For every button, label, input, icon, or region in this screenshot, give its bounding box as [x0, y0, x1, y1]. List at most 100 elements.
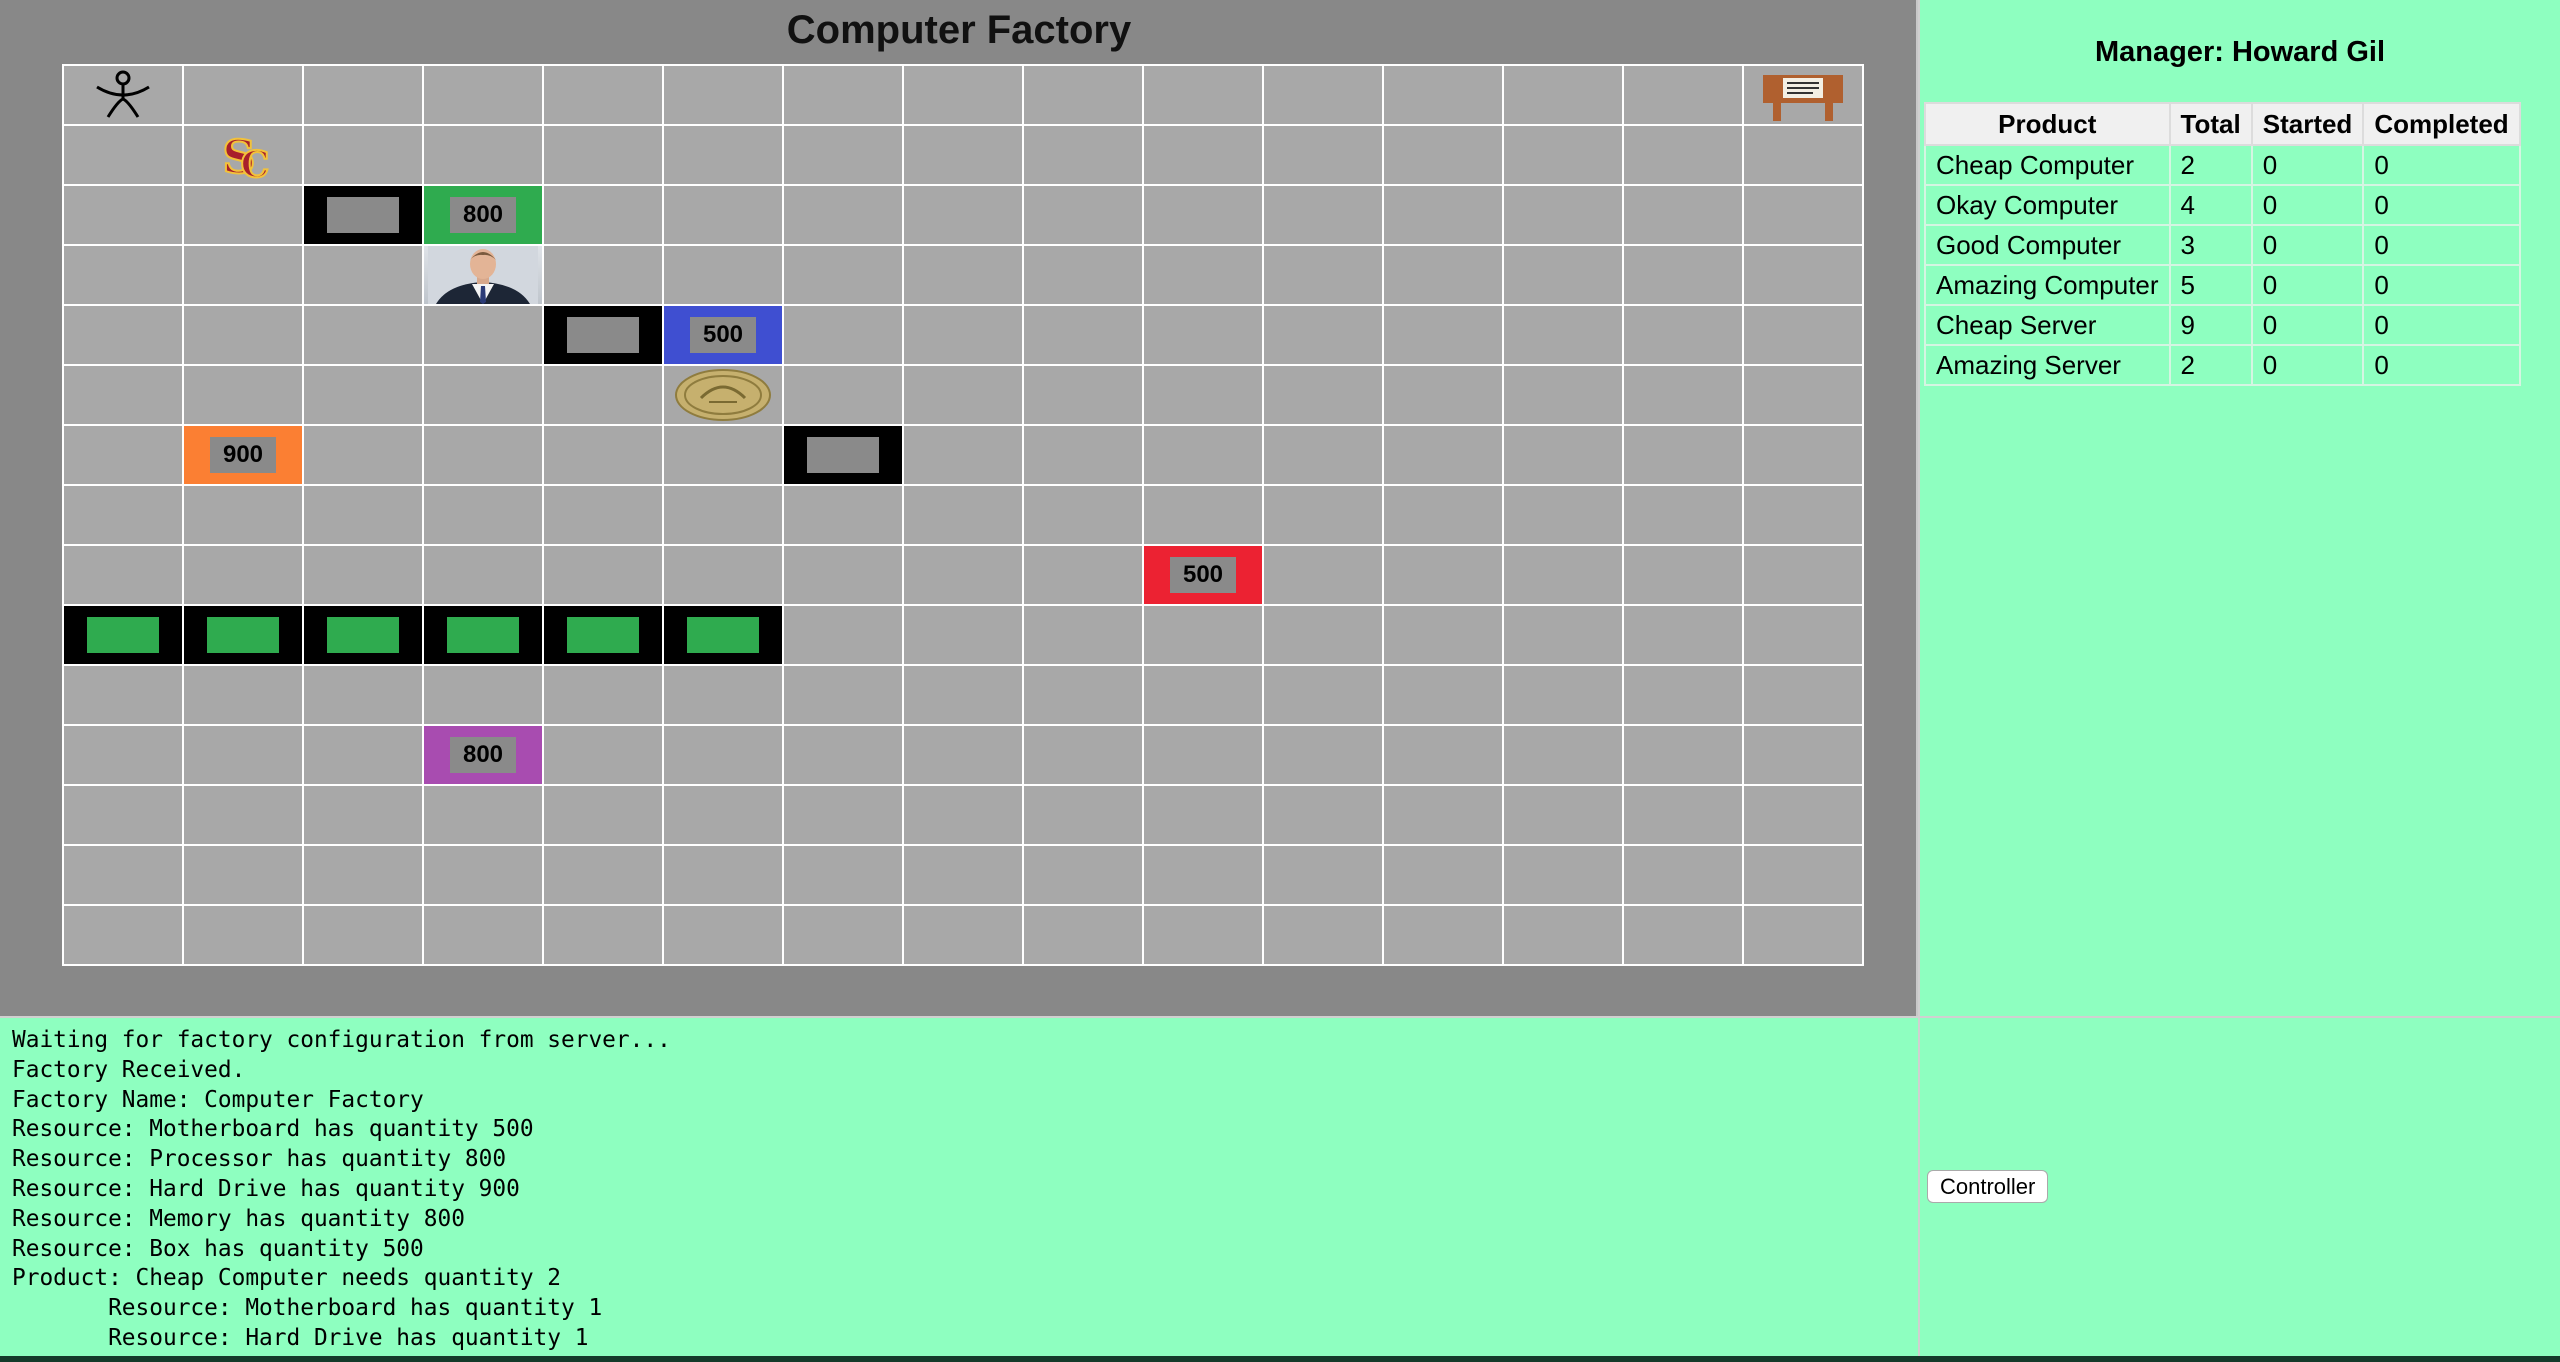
grid-cell — [304, 426, 424, 486]
grid-cell — [1144, 486, 1264, 546]
grid-cell — [1144, 666, 1264, 726]
workbench-cell — [544, 606, 664, 666]
started-cell: 0 — [2250, 264, 2365, 306]
desktop-background-strip — [0, 1356, 2560, 1362]
workbench-cell — [664, 606, 784, 666]
log-panel[interactable]: Waiting for factory configuration from s… — [0, 1016, 1918, 1356]
grid-cell — [1264, 606, 1384, 666]
table-row: Good Computer 3 0 0 — [1924, 224, 2521, 266]
log-line: Resource: Processor has quantity 800 — [12, 1146, 507, 1173]
grid-cell — [184, 366, 304, 426]
grid-cell — [1024, 246, 1144, 306]
grid-cell — [1384, 546, 1504, 606]
grid-cell-manager-photo — [424, 246, 544, 306]
resource-cell-red: 500 — [1144, 546, 1264, 606]
usc-logo-icon: SC — [184, 126, 302, 184]
grid-cell — [1504, 246, 1624, 306]
resource-quantity: 800 — [450, 197, 516, 233]
grid-cell — [904, 366, 1024, 426]
grid-cell — [64, 846, 184, 906]
grid-cell — [1744, 366, 1864, 426]
grid-cell — [1264, 186, 1384, 246]
grid-cell — [904, 186, 1024, 246]
grid-cell — [64, 546, 184, 606]
grid-cell — [1264, 906, 1384, 966]
grid-cell — [1144, 66, 1264, 126]
grid-cell — [1264, 426, 1384, 486]
completed-cell: 0 — [2362, 224, 2521, 266]
grid-cell — [304, 246, 424, 306]
grid-cell — [1504, 786, 1624, 846]
log-line: Product: Cheap Computer needs quantity 2 — [12, 1265, 561, 1292]
grid-cell — [1624, 786, 1744, 846]
grid-cell — [664, 546, 784, 606]
grid-cell — [904, 846, 1024, 906]
workbench-cell — [304, 186, 424, 246]
grid-cell — [664, 846, 784, 906]
started-cell: 0 — [2250, 304, 2365, 346]
grid-cell — [64, 786, 184, 846]
resource-quantity: 500 — [690, 317, 756, 353]
grid-cell — [1744, 786, 1864, 846]
column-header-product: Product — [1924, 102, 2171, 146]
grid-cell — [1144, 726, 1264, 786]
log-line: Resource: Hard Drive has quantity 1 — [12, 1324, 589, 1351]
log-line: Resource: Box has quantity 500 — [12, 1235, 424, 1262]
grid-cell — [544, 426, 664, 486]
grid-cell — [64, 186, 184, 246]
grid-cell — [1264, 486, 1384, 546]
table-row: Cheap Server 9 0 0 — [1924, 304, 2521, 346]
grid-cell — [1264, 246, 1384, 306]
workbench-slot — [807, 437, 879, 473]
grid-cell — [544, 846, 664, 906]
completed-cell: 0 — [2362, 304, 2521, 346]
grid-cell — [1744, 486, 1864, 546]
grid-cell — [664, 786, 784, 846]
grid-cell — [424, 486, 544, 546]
grid-cell — [784, 546, 904, 606]
grid-cell — [784, 366, 904, 426]
grid-cell — [1024, 306, 1144, 366]
total-cell: 3 — [2168, 224, 2253, 266]
grid-cell — [1744, 846, 1864, 906]
grid-cell — [904, 306, 1024, 366]
grid-cell — [424, 426, 544, 486]
controls-panel: Controller — [1918, 1016, 2560, 1356]
grid-cell — [1744, 546, 1864, 606]
grid-cell — [64, 906, 184, 966]
grid-cell — [1624, 726, 1744, 786]
grid-cell — [1744, 726, 1864, 786]
grid-cell — [1744, 666, 1864, 726]
workbench-cell — [544, 306, 664, 366]
resource-cell-green: 800 — [424, 186, 544, 246]
grid-cell — [544, 786, 664, 846]
grid-cell — [1504, 606, 1624, 666]
grid-cell — [664, 486, 784, 546]
grid-cell — [544, 66, 664, 126]
grid-cell — [1384, 846, 1504, 906]
controller-button[interactable]: Controller — [1927, 1170, 2049, 1203]
grid-cell — [1384, 786, 1504, 846]
grid-cell — [64, 726, 184, 786]
grid-cell — [784, 126, 904, 186]
grid-cell — [664, 66, 784, 126]
grid-cell — [904, 786, 1024, 846]
grid-cell — [1144, 426, 1264, 486]
grid-cell — [784, 666, 904, 726]
grid-cell — [1624, 906, 1744, 966]
grid-cell — [1024, 606, 1144, 666]
completed-cell: 0 — [2362, 144, 2521, 186]
log-line: Waiting for factory configuration from s… — [12, 1027, 671, 1053]
grid-cell — [1384, 126, 1504, 186]
grid-cell — [544, 246, 664, 306]
table-row: Amazing Server 2 0 0 — [1924, 344, 2521, 386]
grid-cell — [1024, 666, 1144, 726]
grid-cell — [64, 246, 184, 306]
column-header-started: Started — [2250, 102, 2365, 146]
grid-cell — [424, 846, 544, 906]
grid-cell — [184, 486, 304, 546]
grid-cell — [64, 486, 184, 546]
log-line: Resource: Motherboard has quantity 500 — [12, 1116, 534, 1143]
grid-cell — [784, 306, 904, 366]
grid-cell — [784, 246, 904, 306]
